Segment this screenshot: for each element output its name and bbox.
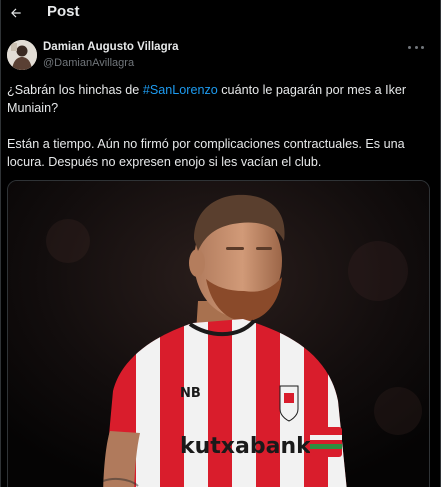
sponsor-text: kutxabank: [180, 434, 312, 459]
post-text: ¿Sabrán los hinchas de #SanLorenzo cuánt…: [7, 81, 435, 171]
post-detail-view: Post Damian Augusto Villagra @DamianAvil…: [0, 0, 441, 487]
post-text-part: ¿Sabrán los hinchas de: [7, 83, 143, 97]
new-balance-logo: NB: [180, 386, 201, 401]
more-horizontal-icon-dot: [421, 45, 424, 49]
hashtag-link[interactable]: #SanLorenzo: [143, 83, 218, 97]
author-name[interactable]: Damian Augusto Villagra: [43, 41, 178, 53]
more-options-button[interactable]: [408, 42, 424, 52]
avatar-image: [7, 40, 37, 70]
page-title: Post: [47, 3, 80, 20]
more-horizontal-icon: [408, 45, 411, 49]
arrow-left-icon: [11, 8, 21, 18]
athletic-club-crest: [279, 385, 299, 422]
more-horizontal-icon-dot: [414, 45, 418, 49]
avatar[interactable]: [7, 40, 37, 70]
player-photo: NB kutxabank: [8, 181, 429, 487]
page-header: Post: [1, 0, 440, 30]
back-button[interactable]: [3, 1, 29, 25]
post-paragraph-2: Están a tiempo. Aún no firmó por complic…: [7, 137, 405, 169]
author-handle[interactable]: @DamianAvillagra: [43, 57, 134, 69]
post-media-image[interactable]: NB kutxabank: [7, 180, 430, 487]
post-paragraph-1: ¿Sabrán los hinchas de #SanLorenzo cuánt…: [7, 81, 435, 117]
